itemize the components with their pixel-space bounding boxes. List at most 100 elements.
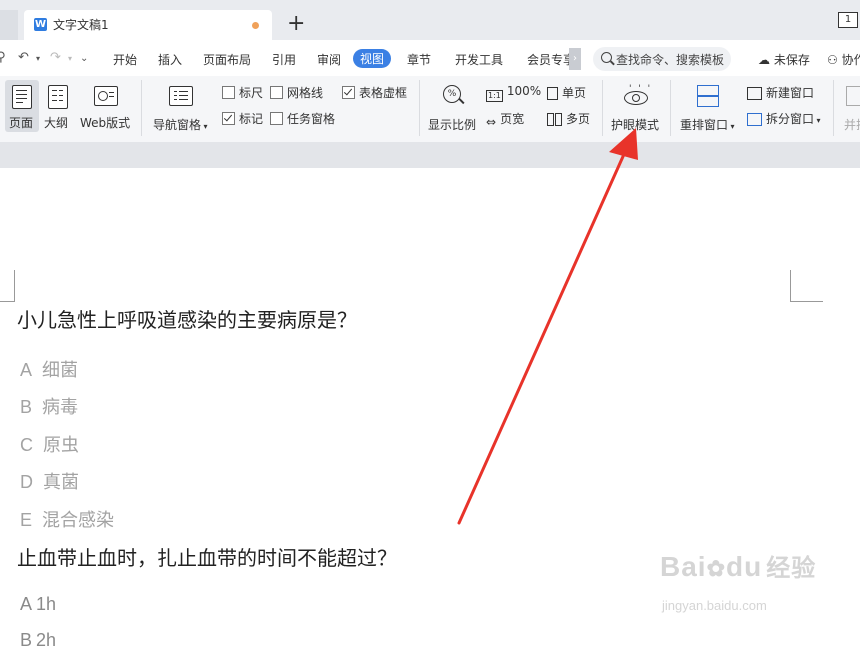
outline-icon [48,85,68,109]
nav-pane-button[interactable]: 导航窗格 ▾ [150,80,212,132]
side-by-side-icon [846,86,860,106]
menu-bar: ⚲ ↶ ▾ ↷ ▾ ⌄ 开始 插入 页面布局 引用 审阅 视图 章节 开发工具 … [0,40,860,76]
menu-developer[interactable]: 开发工具 [455,51,503,68]
redo-dropdown-icon[interactable]: ▾ [68,54,72,63]
user-icon: ⚇ [827,53,838,67]
option-b[interactable]: B 病毒 [20,393,78,419]
ruler-checkbox[interactable]: 标尺 [222,84,263,101]
customize-toolbar-icon[interactable]: ⌄ [80,53,88,64]
side-by-side-button[interactable]: 并排 [840,80,860,132]
menu-chapter[interactable]: 章节 [407,51,431,68]
option-a-2[interactable]: A 1h [20,594,56,615]
option-a[interactable]: A 细菌 [20,356,78,382]
divider [141,80,142,136]
new-window-icon [747,87,762,100]
multi-page-button[interactable]: 多页 [547,110,590,127]
search-placeholder: 查找命令、搜索模板 [616,53,725,67]
cloud-status[interactable]: ☁ 未保存 [758,51,810,68]
page-width-button[interactable]: ⇔ 页宽 [486,110,524,129]
eye-protection-label: 护眼模式 [611,118,660,132]
question-2[interactable]: 止血带止血时，扎止血带的时间不能超过？ [17,542,397,571]
page-width-icon: ⇔ [486,115,497,129]
margin-corner-right [790,270,823,302]
single-page-icon [547,87,558,100]
new-tab-button[interactable]: + [287,10,305,38]
undo-icon[interactable]: ↶ [18,50,29,65]
menu-page-layout[interactable]: 页面布局 [203,51,251,68]
question-1[interactable]: 小儿急性上呼吸道感染的主要病原是？ [17,304,357,333]
checkbox-icon [270,112,283,125]
watermark-logo: Bai✿du 经验 jingyan.baidu.com [660,551,817,613]
title-bar: W 文字文稿1 + 1 [0,0,860,40]
menu-member[interactable]: 会员专享 [527,51,569,68]
menu-view[interactable]: 视图 [353,49,392,68]
outline-view-button[interactable]: 大纲 [42,80,72,132]
menu-references[interactable]: 引用 [272,51,296,68]
multi-page-icon [547,113,554,126]
unsaved-dot-icon [252,22,259,29]
document-tab[interactable]: W 文字文稿1 [24,10,272,40]
option-b-2[interactable]: B 2h [20,630,56,651]
one-to-one-icon: 1:1 [486,90,503,102]
zoom-button[interactable]: % 显示比例 [426,80,478,132]
table-gridlines-checkbox[interactable]: 表格虚框 [342,84,407,101]
single-page-button[interactable]: 单页 [547,84,586,101]
split-window-icon [747,113,762,126]
ruler-area [0,142,860,168]
option-e[interactable]: E 混合感染 [20,506,114,532]
watermark-url: jingyan.baidu.com [662,598,767,613]
web-view-label: Web版式 [80,116,131,130]
new-window-button[interactable]: 新建窗口 [747,84,814,101]
collab-button[interactable]: ⚇ 协作 [827,51,860,68]
menu-home[interactable]: 开始 [113,51,137,68]
option-d[interactable]: D 真菌 [20,468,79,494]
divider [419,80,420,136]
divider [833,80,834,136]
rearrange-label: 重排窗口 ▾ [680,118,735,132]
web-view-button[interactable]: Web版式 [78,80,134,132]
undo-dropdown-icon[interactable]: ▾ [36,54,40,63]
cloud-icon: ☁ [758,53,770,67]
search-partial-icon[interactable]: ⚲ [0,50,6,65]
markup-checkbox[interactable]: 标记 [222,110,263,127]
checkbox-icon [222,86,235,99]
redo-icon[interactable]: ↷ [50,50,61,65]
zoom-label: 显示比例 [428,118,477,132]
page-view-icon [12,85,32,109]
divider [602,80,603,136]
home-tab[interactable] [0,10,18,40]
checkbox-checked-icon [222,112,235,125]
rearrange-icon [697,85,719,96]
window-count-badge[interactable]: 1 [838,12,858,28]
outline-view-label: 大纲 [44,116,69,130]
task-pane-checkbox[interactable]: 任务窗格 [270,110,335,127]
web-layout-icon [94,86,118,106]
nav-pane-icon [169,86,193,106]
rearrange-windows-button[interactable]: 重排窗口 ▾ [676,80,738,132]
menu-scroll-right-icon[interactable]: › [569,48,581,70]
command-search-box[interactable]: 查找命令、搜索模板 [593,47,731,71]
menu-review[interactable]: 审阅 [317,51,341,68]
unsaved-label: 未保存 [773,53,810,67]
nav-pane-label: 导航窗格 ▾ [153,118,208,132]
margin-corner-left [0,270,15,302]
checkbox-icon [270,86,283,99]
option-c[interactable]: C 原虫 [20,431,79,457]
eye-lashes-icon: ' ' ' [629,84,653,94]
zoom-icon: % [443,85,461,103]
side-by-side-label: 并排 [844,118,860,132]
dropdown-icon: ▾ [201,122,208,131]
view-ribbon: 页面 大纲 Web版式 导航窗格 ▾ 标尺 网格线 表格虚框 标记 任务窗格 %… [0,76,860,142]
menu-insert[interactable]: 插入 [158,51,182,68]
page-view-label: 页面 [9,116,34,130]
page-view-button[interactable]: 页面 [5,80,39,132]
split-window-button[interactable]: 拆分窗口 ▾ [747,110,821,127]
gridlines-checkbox[interactable]: 网格线 [270,84,323,101]
writer-doc-icon: W [34,18,47,31]
checkbox-checked-icon [342,86,355,99]
collab-label: 协作 [841,53,860,67]
document-tab-title: 文字文稿1 [53,18,109,32]
paw-icon: ✿ [706,556,727,581]
zoom-100-button[interactable]: 1:1 100% [486,84,541,102]
eye-protection-button[interactable]: ' ' ' 护眼模式 [607,80,665,132]
